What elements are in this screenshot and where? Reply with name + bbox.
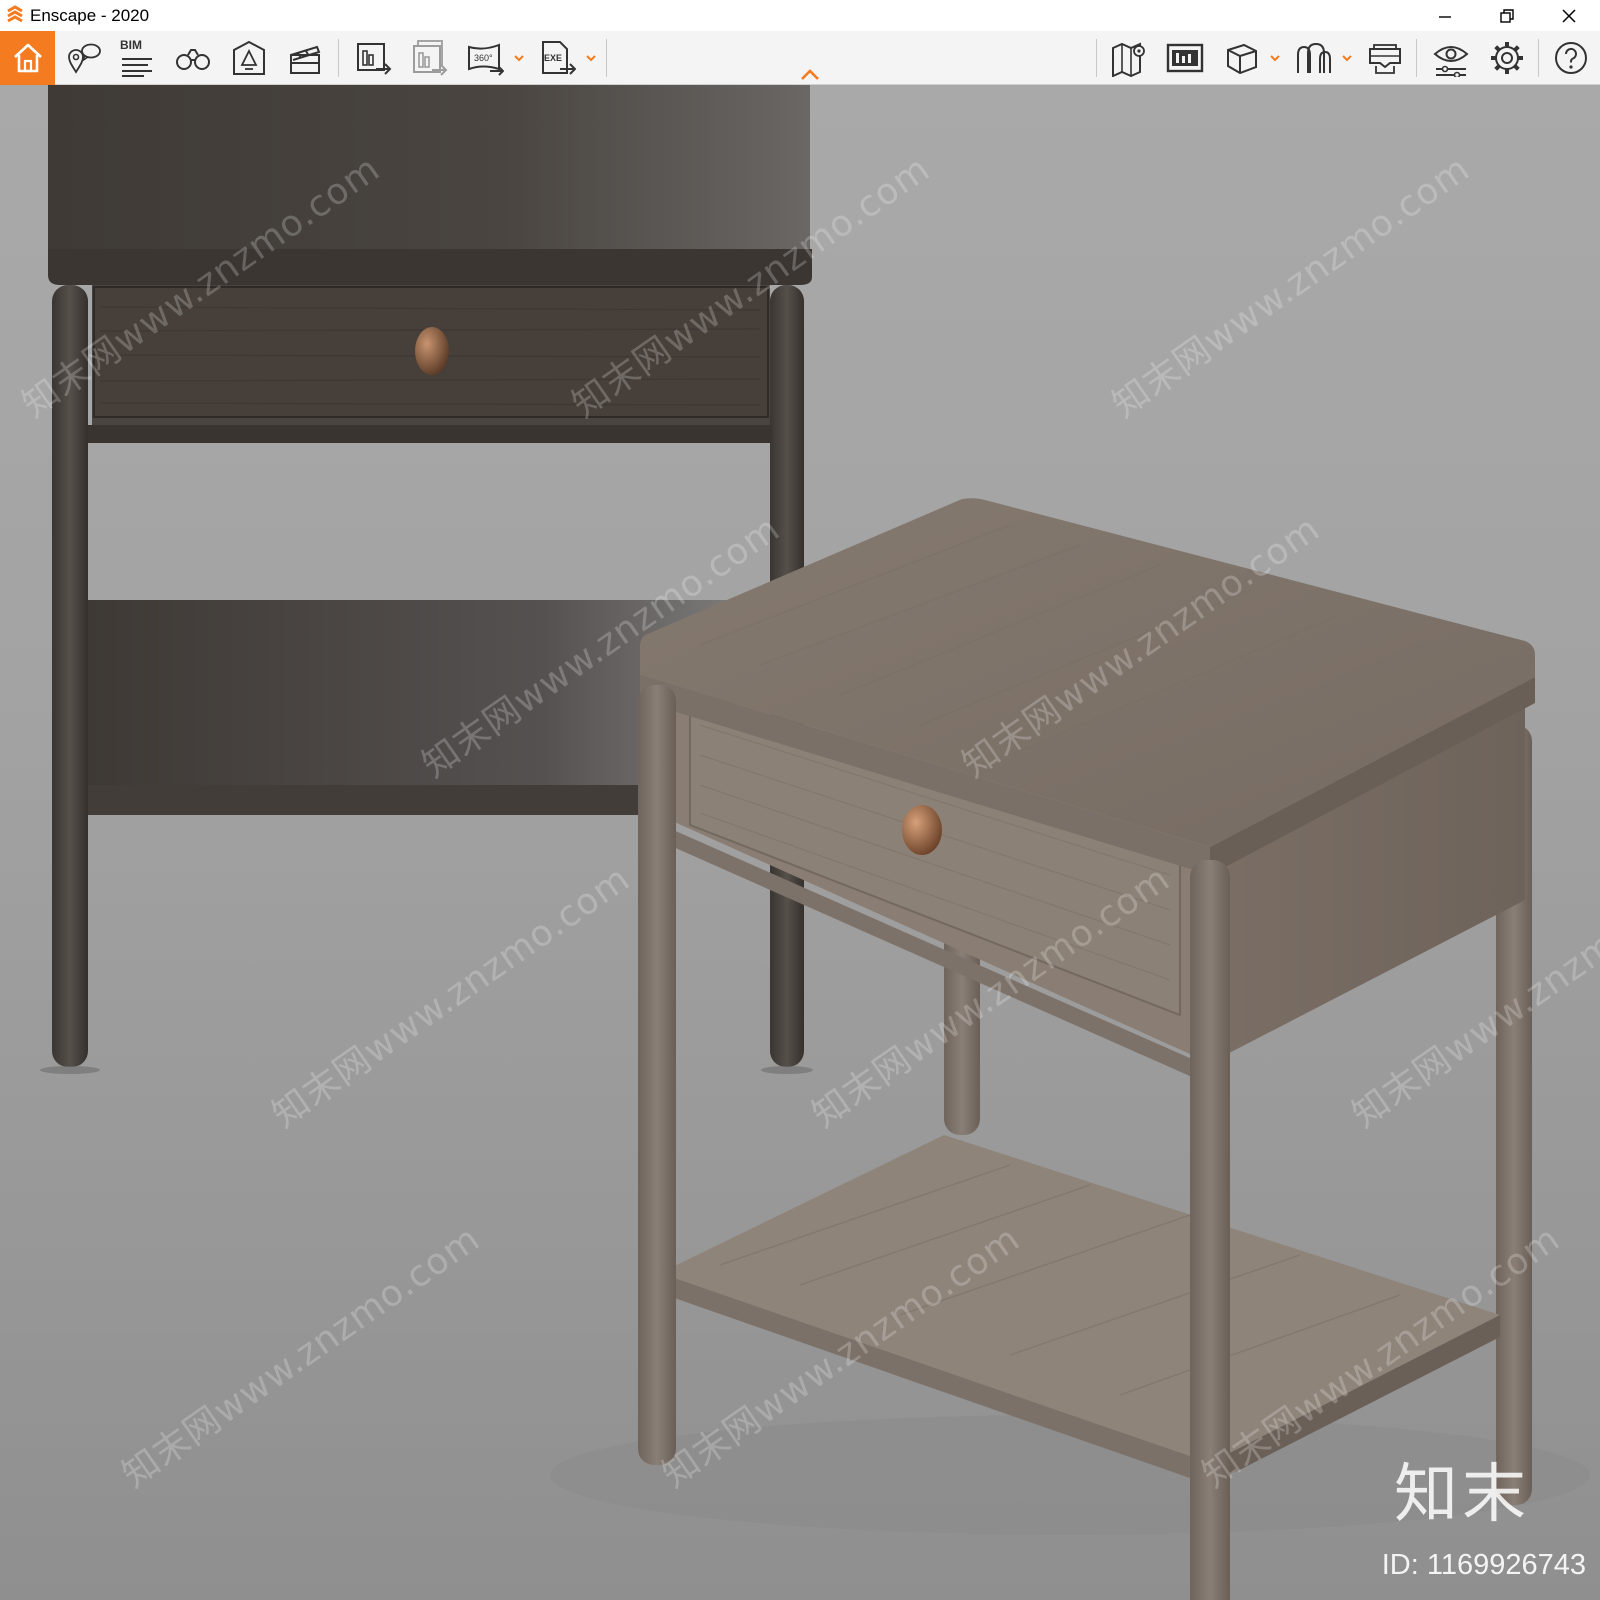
chevron-down-icon[interactable] bbox=[1268, 51, 1282, 65]
toolbar-separator bbox=[1096, 39, 1097, 77]
map-pin-chat-icon bbox=[68, 43, 101, 74]
walk-mode-button[interactable] bbox=[170, 35, 216, 81]
binoculars-icon bbox=[176, 49, 210, 70]
panorama-360-icon: 360° bbox=[468, 43, 504, 76]
image-id-label: ID: 1169926743 bbox=[1381, 1549, 1586, 1581]
batch-render-button[interactable] bbox=[406, 35, 452, 81]
bim-button[interactable]: BIM bbox=[114, 35, 160, 81]
title-bar: Enscape - 2020 bbox=[0, 0, 1600, 31]
light-view-button[interactable] bbox=[226, 35, 272, 81]
view-cube-button[interactable] bbox=[1218, 35, 1264, 81]
home-button[interactable] bbox=[0, 31, 55, 85]
vr-headset-icon bbox=[1369, 44, 1401, 74]
screen-export-icon bbox=[1166, 43, 1204, 73]
chevron-down-icon[interactable] bbox=[512, 51, 526, 65]
restore-button[interactable] bbox=[1476, 0, 1538, 31]
help-icon bbox=[1555, 42, 1587, 74]
minimize-button[interactable] bbox=[1414, 0, 1476, 31]
map-pin-icon bbox=[1112, 42, 1145, 77]
vr-button[interactable] bbox=[1362, 35, 1408, 81]
panorama-label: 360° bbox=[474, 53, 493, 63]
clapperboard-icon bbox=[290, 45, 321, 74]
home-icon bbox=[13, 43, 42, 73]
enscape-toolbar: BIM 360° EXE bbox=[0, 31, 1600, 85]
render-image-button[interactable] bbox=[350, 35, 396, 81]
people-button[interactable] bbox=[1290, 35, 1336, 81]
toolbar-separator bbox=[1538, 39, 1539, 77]
close-button[interactable] bbox=[1538, 0, 1600, 31]
eye-sliders-icon bbox=[1433, 46, 1469, 77]
minimize-icon bbox=[1439, 15, 1451, 18]
exe-label: EXE bbox=[544, 53, 562, 63]
visual-settings-button[interactable] bbox=[1428, 35, 1474, 81]
render-panorama-button[interactable]: 360° bbox=[462, 35, 508, 81]
batch-render-icon bbox=[413, 40, 448, 76]
settings-button[interactable] bbox=[1484, 35, 1530, 81]
video-editor-button[interactable] bbox=[282, 35, 328, 81]
collapse-toolbar-icon[interactable] bbox=[798, 67, 822, 81]
toolbar-separator bbox=[606, 39, 607, 77]
export-exe-icon: EXE bbox=[542, 41, 576, 75]
close-icon bbox=[1562, 8, 1576, 23]
brand-watermark: 知末 bbox=[1394, 1458, 1530, 1532]
enscape-logo-icon bbox=[7, 4, 23, 22]
toolbar-separator bbox=[338, 39, 339, 77]
bim-label: BIM bbox=[120, 38, 142, 52]
cube-icon bbox=[1227, 43, 1257, 75]
render-image-icon bbox=[357, 43, 392, 75]
restore-icon bbox=[1500, 8, 1514, 23]
views-button[interactable] bbox=[60, 35, 106, 81]
lightbulb-house-icon bbox=[233, 40, 265, 75]
screen-export-button[interactable] bbox=[1162, 35, 1208, 81]
gear-icon bbox=[1491, 42, 1523, 74]
people-icon bbox=[1297, 42, 1331, 73]
window-title: Enscape - 2020 bbox=[30, 5, 150, 25]
chevron-down-icon[interactable] bbox=[1340, 51, 1354, 65]
map-button[interactable] bbox=[1106, 35, 1152, 81]
export-exe-button[interactable]: EXE bbox=[534, 35, 580, 81]
render-viewport[interactable]: 知末网www.znzmo.com 知末网www.znzmo.com 知末网www… bbox=[0, 85, 1600, 1600]
chevron-down-icon[interactable] bbox=[584, 51, 598, 65]
help-button[interactable] bbox=[1548, 35, 1594, 81]
toolbar-separator bbox=[1416, 39, 1417, 77]
